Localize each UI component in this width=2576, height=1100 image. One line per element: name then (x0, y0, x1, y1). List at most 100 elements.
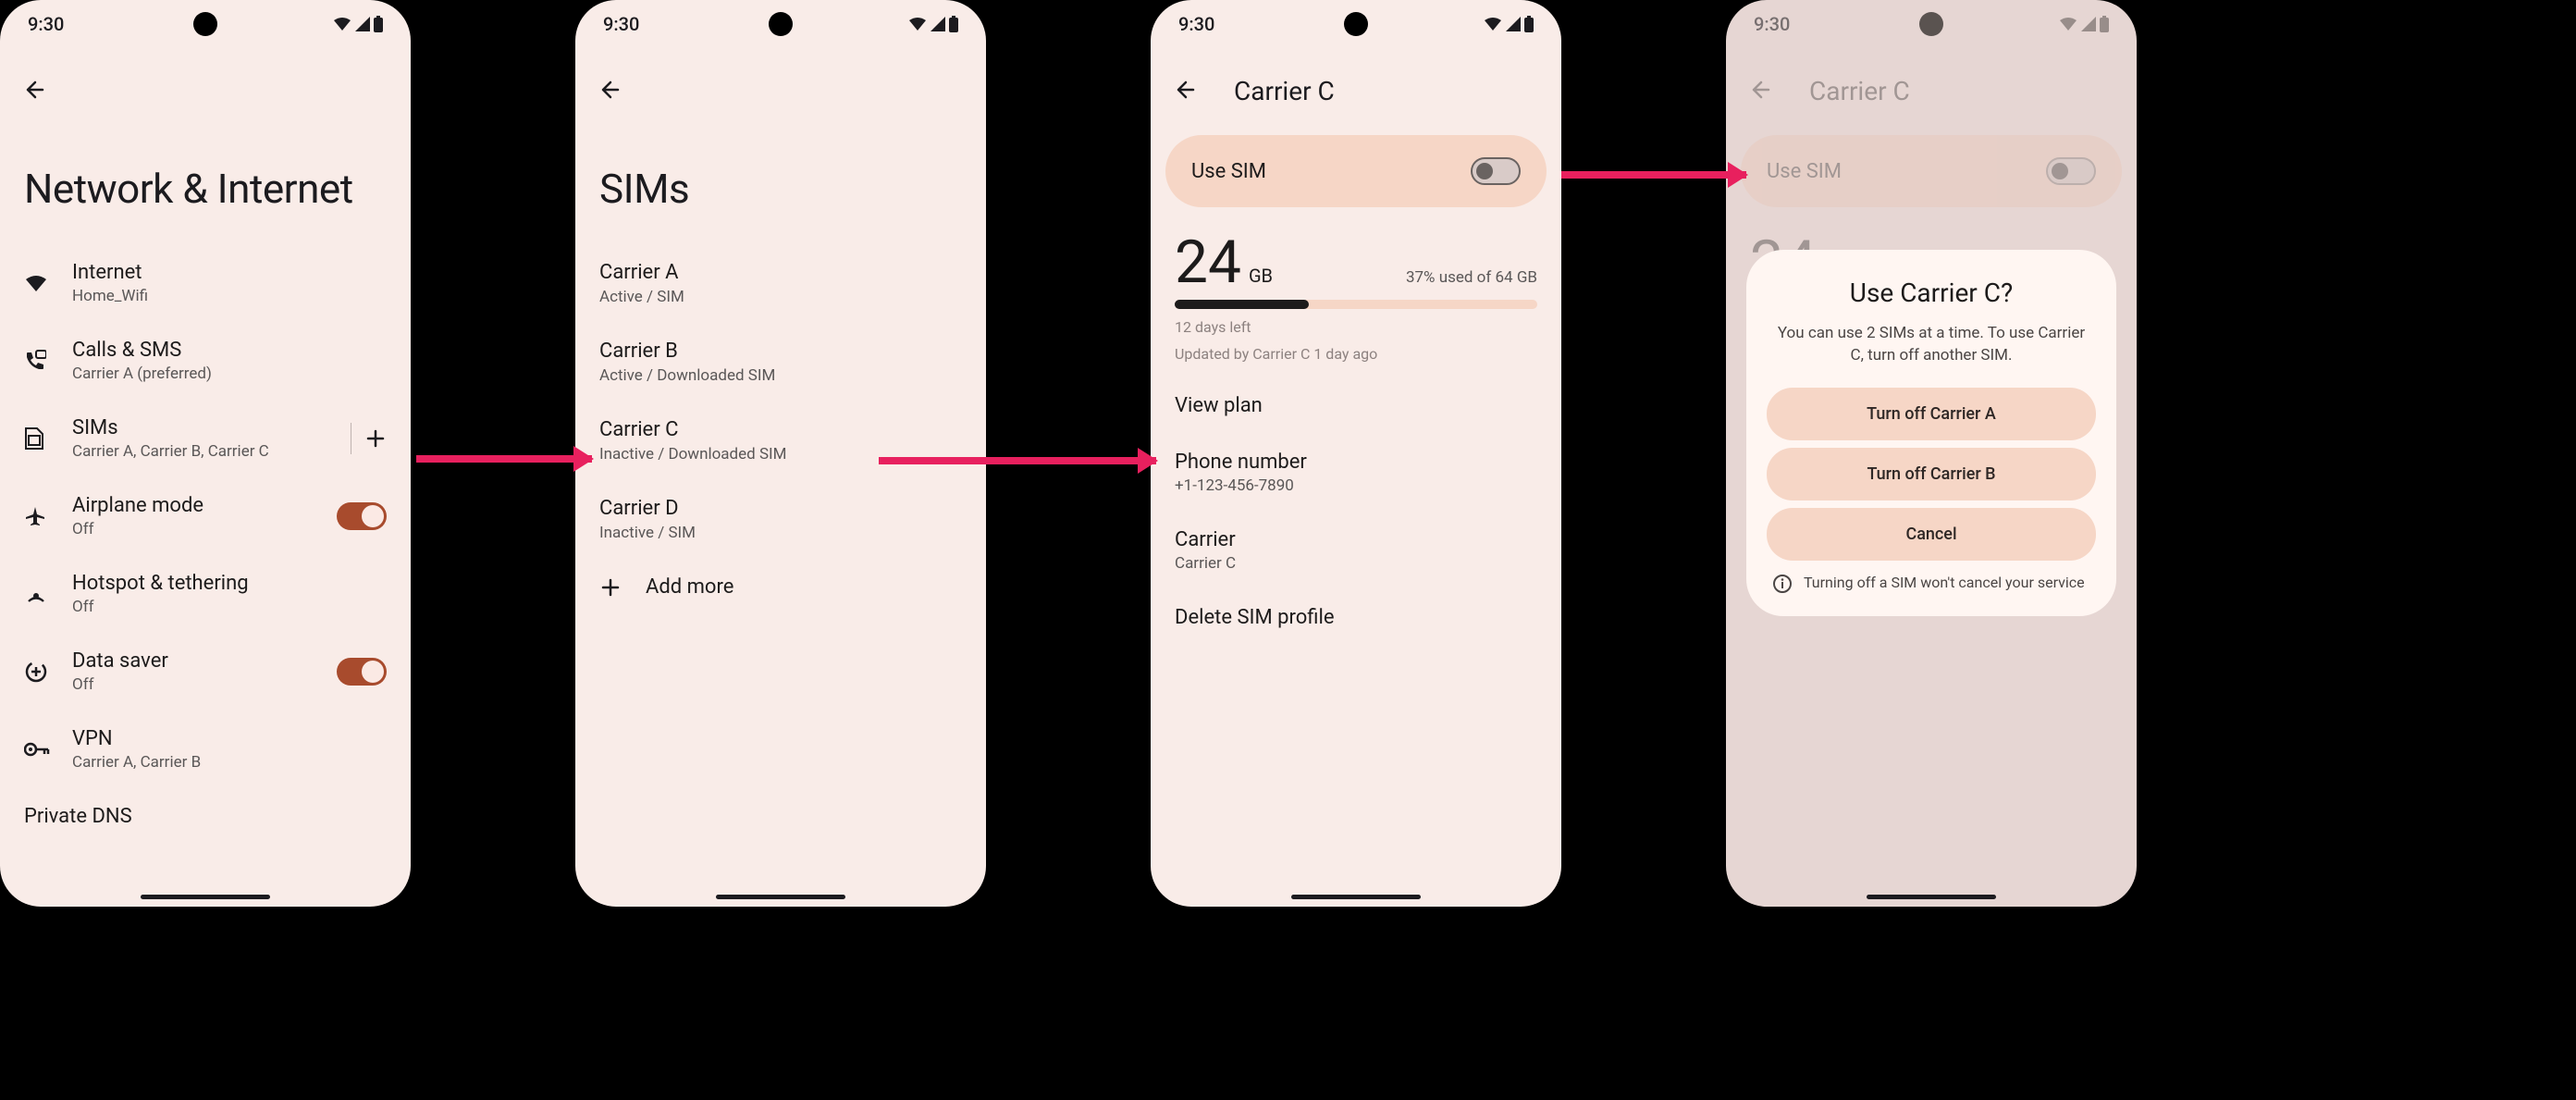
dialog-title: Use Carrier C? (1767, 278, 2096, 308)
back-button[interactable] (24, 74, 57, 107)
row-title: VPN (72, 727, 387, 750)
cancel-button[interactable]: Cancel (1767, 508, 2096, 561)
add-more-label: Add more (646, 575, 733, 599)
camera-punchhole (1344, 12, 1368, 36)
flow-arrow-2 (879, 457, 1156, 464)
phone-carrier-detail: 9:30 Carrier C Use SIM 24 GB 37% used of… (1151, 0, 1561, 907)
use-carrier-dialog: Use Carrier C? You can use 2 SIMs at a t… (1746, 250, 2116, 616)
nav-handle[interactable] (716, 895, 845, 899)
status-time: 9:30 (1178, 13, 1214, 35)
plus-icon (599, 576, 622, 599)
data-percent: 37% used of 64 GB (1406, 268, 1537, 287)
nav-handle[interactable] (1867, 895, 1996, 899)
row-title: Data saver (72, 649, 337, 673)
carrier-value: Carrier C (1175, 554, 1537, 573)
turn-off-carrier-b-button[interactable]: Turn off Carrier B (1767, 448, 2096, 501)
flow-arrow-3 (1561, 171, 1746, 179)
data-updated: Updated by Carrier C 1 day ago (1175, 345, 1537, 363)
back-button (1750, 74, 1783, 107)
turn-off-carrier-a-button[interactable]: Turn off Carrier A (1767, 388, 2096, 440)
use-sim-toggle[interactable] (1471, 157, 1521, 185)
row-title: Private DNS (24, 805, 387, 828)
row-title: Calls & SMS (72, 339, 387, 362)
row-sub: Off (72, 598, 387, 616)
row-title: Airplane mode (72, 494, 337, 517)
dialog-footnote-text: Turning off a SIM won't cancel your serv… (1804, 574, 2085, 591)
view-plan-row[interactable]: View plan (1175, 377, 1537, 434)
datasaver-toggle[interactable] (337, 658, 387, 686)
row-vpn[interactable]: VPN Carrier A, Carrier B (24, 711, 387, 788)
data-unit: GB (1249, 265, 1273, 287)
datasaver-icon (24, 660, 48, 684)
use-sim-row[interactable]: Use SIM (1165, 135, 1547, 207)
sim-icon (24, 426, 44, 451)
use-sim-toggle (2046, 157, 2096, 185)
status-icons (1484, 16, 1534, 32)
camera-punchhole (193, 12, 217, 36)
plus-icon[interactable] (364, 427, 387, 450)
flow-arrow-1 (416, 455, 592, 463)
row-airplane[interactable]: Airplane mode Off (24, 477, 387, 555)
arrow-back-icon (1175, 79, 1199, 103)
back-button[interactable] (1175, 74, 1208, 107)
phone-sims: 9:30 SIMs Carrier A Active / SIM Carrier… (575, 0, 986, 907)
dialog-message: You can use 2 SIMs at a time. To use Car… (1767, 323, 2096, 367)
data-days-left: 12 days left (1175, 318, 1537, 336)
row-sub: Off (72, 675, 337, 694)
row-title: Internet (72, 261, 387, 284)
status-time: 9:30 (1754, 13, 1790, 35)
data-usage-block: 24 GB 37% used of 64 GB 12 days left Upd… (1175, 233, 1537, 377)
airplane-toggle[interactable] (337, 502, 387, 530)
sim-name: Carrier C (599, 418, 962, 441)
row-datasaver[interactable]: Data saver Off (24, 633, 387, 711)
row-sims[interactable]: SIMs Carrier A, Carrier B, Carrier C (24, 400, 387, 477)
phone-network-internet: 9:30 Network & Internet Internet Home_Wi… (0, 0, 411, 907)
sim-name: Carrier A (599, 261, 962, 284)
row-sub: Carrier A (preferred) (72, 365, 387, 383)
status-time: 9:30 (28, 13, 64, 35)
arrow-back-icon (24, 79, 48, 103)
sim-status: Active / Downloaded SIM (599, 366, 962, 385)
battery-icon (1524, 16, 1534, 32)
vpn-key-icon (24, 742, 50, 757)
sim-carrier-d[interactable]: Carrier D Inactive / SIM (599, 480, 962, 559)
row-hotspot[interactable]: Hotspot & tethering Off (24, 555, 387, 633)
sim-carrier-a[interactable]: Carrier A Active / SIM (599, 244, 962, 323)
page-title: Carrier C (1809, 76, 1910, 106)
signal-icon (2081, 17, 2096, 31)
wifi-icon (24, 274, 48, 292)
data-amount: 24 (1175, 233, 1241, 292)
dialog-footnote: Turning off a SIM won't cancel your serv… (1767, 574, 2096, 594)
row-sub: Carrier A, Carrier B (72, 753, 387, 772)
airplane-icon (24, 505, 46, 527)
nav-handle[interactable] (141, 895, 270, 899)
phone-number-row[interactable]: Phone number +1-123-456-7890 (1175, 434, 1537, 512)
page-title: Network & Internet (24, 165, 387, 213)
battery-icon (2100, 16, 2109, 32)
delete-sim-row[interactable]: Delete SIM profile (1175, 589, 1537, 646)
row-internet[interactable]: Internet Home_Wifi (24, 244, 387, 322)
sim-carrier-b[interactable]: Carrier B Active / Downloaded SIM (599, 323, 962, 402)
row-private-dns[interactable]: Private DNS (24, 788, 387, 828)
data-bar-fill (1175, 300, 1309, 309)
back-button[interactable] (599, 74, 633, 107)
row-sub: Home_Wifi (72, 287, 387, 305)
row-calls-sms[interactable]: Calls & SMS Carrier A (preferred) (24, 322, 387, 400)
phone-value: +1-123-456-7890 (1175, 476, 1537, 495)
carrier-row[interactable]: Carrier Carrier C (1175, 512, 1537, 589)
wifi-icon (2059, 17, 2077, 31)
nav-handle[interactable] (1291, 895, 1421, 899)
battery-icon (949, 16, 958, 32)
info-icon (1772, 574, 1793, 594)
sim-carrier-c[interactable]: Carrier C Inactive / Downloaded SIM (599, 402, 962, 480)
signal-icon (1506, 17, 1521, 31)
view-plan-label: View plan (1175, 394, 1537, 417)
status-time: 9:30 (603, 13, 639, 35)
row-title: Hotspot & tethering (72, 572, 387, 595)
add-more-button[interactable]: Add more (599, 559, 962, 615)
signal-icon (355, 17, 370, 31)
carrier-label: Carrier (1175, 528, 1537, 551)
battery-icon (374, 16, 383, 32)
wifi-icon (1484, 17, 1502, 31)
camera-punchhole (1919, 12, 1943, 36)
